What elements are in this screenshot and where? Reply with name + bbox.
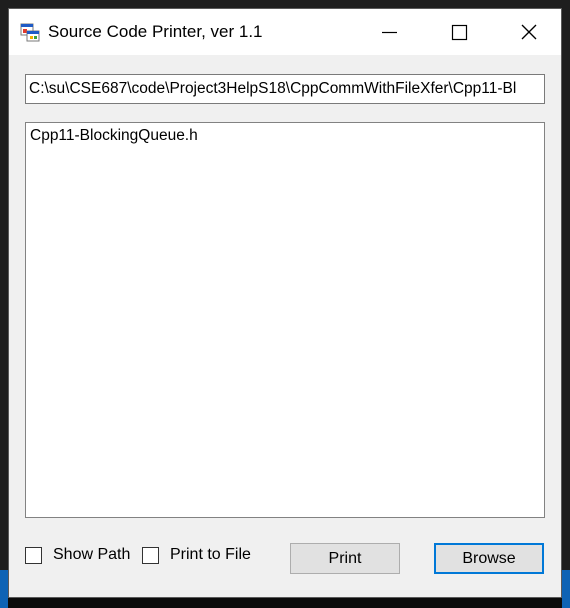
desktop-accent-left (0, 570, 8, 608)
browse-button[interactable]: Browse (434, 543, 544, 574)
print-to-file-checkbox[interactable] (142, 547, 159, 564)
print-to-file-label[interactable]: Print to File (170, 546, 251, 564)
file-list[interactable]: Cpp11-BlockingQueue.h (25, 122, 545, 518)
maximize-icon (451, 24, 468, 41)
title-bar[interactable]: Source Code Printer, ver 1.1 (9, 9, 561, 55)
app-window-icon (20, 23, 40, 42)
maximize-button[interactable] (436, 9, 482, 55)
window-title: Source Code Printer, ver 1.1 (48, 22, 263, 41)
list-item[interactable]: Cpp11-BlockingQueue.h (30, 127, 198, 145)
minimize-button[interactable] (366, 9, 412, 55)
desktop-accent-right (562, 570, 570, 608)
close-icon (521, 24, 537, 40)
show-path-option[interactable]: Show Path (25, 546, 135, 566)
show-path-label[interactable]: Show Path (53, 546, 130, 564)
path-input[interactable]: C:\su\CSE687\code\Project3HelpS18\CppCom… (25, 74, 545, 104)
close-button[interactable] (506, 9, 552, 55)
print-button[interactable]: Print (290, 543, 400, 574)
app-window: Source Code Printer, ver 1.1 C:\su\CSE68… (8, 8, 562, 598)
print-to-file-option[interactable]: Print to File (142, 546, 252, 566)
minimize-icon (382, 31, 397, 34)
show-path-checkbox[interactable] (25, 547, 42, 564)
